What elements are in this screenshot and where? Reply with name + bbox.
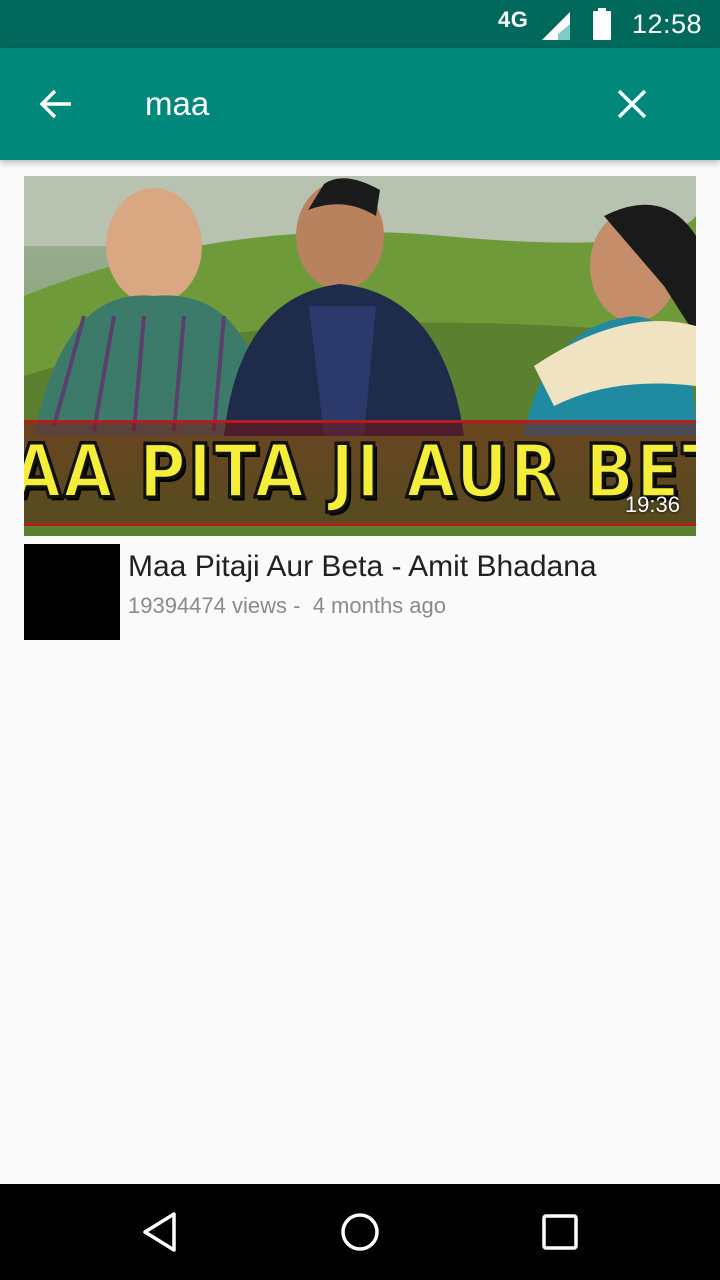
nav-back-button[interactable] xyxy=(130,1202,190,1262)
clear-search-button[interactable] xyxy=(600,72,664,136)
nav-recents-button[interactable] xyxy=(530,1202,590,1262)
nav-home-button[interactable] xyxy=(330,1202,390,1262)
video-stats: 19394474 views - 4 months ago xyxy=(128,592,446,620)
status-bar: 4G 12:58 xyxy=(0,0,720,48)
circle-home-icon xyxy=(341,1213,379,1251)
thumbnail-title-text: MAA PITA JI AUR BETA xyxy=(24,429,696,518)
close-icon xyxy=(617,89,647,119)
search-app-bar: maa xyxy=(0,48,720,160)
signal-icon xyxy=(542,12,570,40)
video-duration: 19:36 xyxy=(624,492,680,517)
arrow-left-icon xyxy=(39,89,71,119)
triangle-back-icon xyxy=(143,1212,176,1252)
network-type: 4G xyxy=(498,7,529,32)
channel-avatar[interactable] xyxy=(24,544,120,640)
search-result-item[interactable]: MAA PITA JI AUR BETA 19:36 Maa Pitaji Au… xyxy=(24,176,696,648)
square-recents-icon xyxy=(542,1214,578,1250)
video-title[interactable]: Maa Pitaji Aur Beta - Amit Bhadana xyxy=(128,548,696,586)
video-age: 4 months ago xyxy=(312,593,446,618)
battery-icon xyxy=(593,8,611,40)
system-nav-bar xyxy=(0,1184,720,1280)
back-button[interactable] xyxy=(24,72,88,136)
video-thumbnail[interactable]: MAA PITA JI AUR BETA 19:36 xyxy=(24,176,696,536)
search-query-text[interactable]: maa xyxy=(145,84,209,124)
clock: 12:58 xyxy=(632,9,703,39)
video-views: 19394474 views - xyxy=(128,593,307,618)
thumbnail-title-banner: MAA PITA JI AUR BETA xyxy=(24,420,696,526)
video-meta-row: Maa Pitaji Aur Beta - Amit Bhadana 19394… xyxy=(24,544,696,648)
